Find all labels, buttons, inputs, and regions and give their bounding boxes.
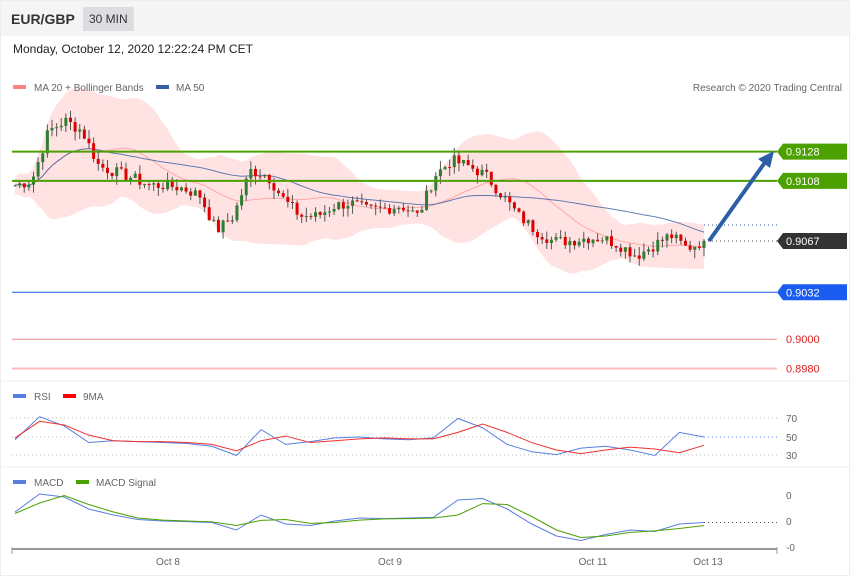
x-tick: Oct 9 (378, 557, 402, 568)
macd-line (14, 493, 705, 542)
current-price-label: 0.9067 (786, 236, 820, 248)
rsi-ma-legend-icon (63, 394, 76, 398)
macd-tick: 0 (786, 491, 792, 502)
rsi-tick: 50 (786, 433, 798, 444)
ma20-legend: MA 20 + Bollinger Bands (34, 83, 144, 94)
copyright: Research © 2020 Trading Central (693, 83, 842, 94)
ma20-legend-icon (13, 85, 26, 89)
macd-tick: -0 (786, 543, 795, 554)
rsi-legend: RSI (34, 392, 51, 403)
level-0.9000-label: 0.9000 (786, 334, 820, 346)
rsi-tick: 30 (786, 451, 798, 462)
macd-signal-line (14, 494, 705, 539)
chart-canvas: 0.9128 0.9108 0.9032 0.9067 0.9000 0.8980 MA … (1, 83, 849, 568)
level-0.8980-label: 0.8980 (786, 364, 820, 376)
macd-tick: 0 (786, 517, 792, 528)
macd-signal-legend: MACD Signal (96, 478, 156, 489)
x-tick: Oct 8 (156, 557, 180, 568)
rsi-tick: 70 (786, 414, 798, 425)
forecast-arrow (707, 159, 768, 243)
ma50-legend-icon (156, 85, 169, 89)
rsi-ma-legend: 9MA (83, 392, 104, 403)
macd-legend-icon (13, 480, 26, 484)
candle (337, 201, 341, 211)
rsi-line (14, 416, 705, 457)
rsi-legend-icon (13, 394, 26, 398)
support-1-label: 0.9032 (786, 287, 820, 299)
x-tick: Oct 11 (579, 557, 608, 568)
resistance-1-label: 0.9108 (786, 176, 820, 188)
macd-legend: MACD (34, 478, 63, 489)
resistance-2-label: 0.9128 (786, 147, 820, 159)
ma50-legend: MA 50 (176, 83, 205, 94)
macd-signal-legend-icon (76, 480, 89, 484)
candle (489, 171, 493, 187)
chart-widget: EUR/GBP 30 MIN Monday, October 12, 2020 … (0, 0, 850, 576)
x-tick: Oct 13 (693, 557, 723, 568)
